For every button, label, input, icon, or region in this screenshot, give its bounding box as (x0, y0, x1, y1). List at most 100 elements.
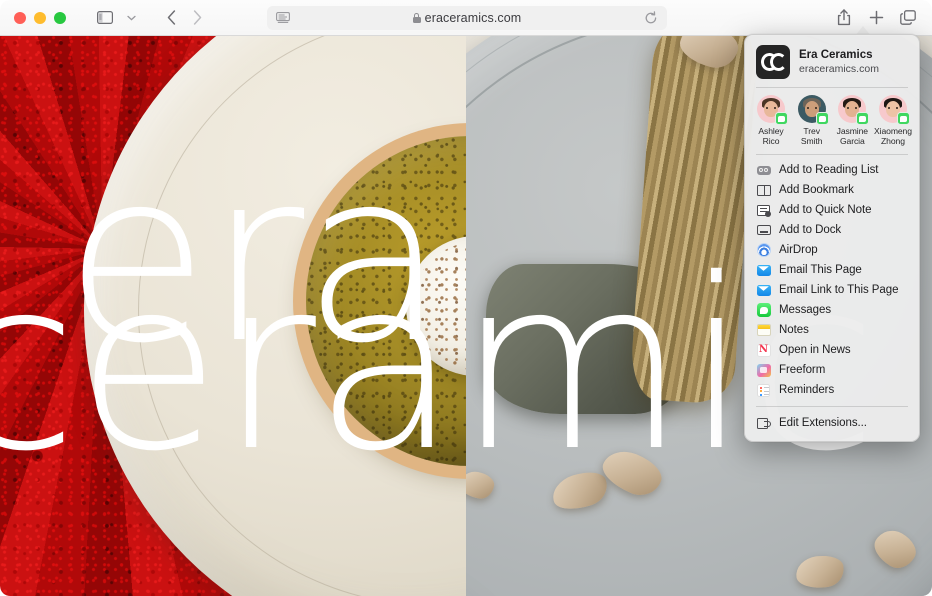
safari-window: era ceramic eraceramics.com Era Ceramics… (0, 0, 932, 596)
menu-item-label: AirDrop (779, 244, 818, 257)
reader-view-button[interactable] (275, 10, 291, 26)
sidebar-controls (92, 7, 144, 29)
sidebar-icon (97, 11, 113, 24)
tab-overview-button[interactable] (894, 5, 922, 29)
toolbar-right-buttons (830, 5, 922, 29)
share-actions-list: Add to Reading List Add Bookmark Add to … (745, 162, 919, 398)
reading-glasses-icon (756, 163, 771, 178)
menu-item-add-to-quick-note[interactable]: Add to Quick Note (745, 202, 919, 218)
menu-item-label: Add to Quick Note (779, 204, 872, 217)
messages-badge-icon (896, 112, 910, 125)
contact-item[interactable]: Xiaomeng Zhong (873, 95, 913, 146)
suggested-contacts: Ashley Rico Trev Smith Jasmine Garcia Xi… (745, 95, 919, 146)
share-icon (837, 8, 851, 25)
close-button[interactable] (14, 11, 26, 24)
era-ceramics-logo-icon (756, 45, 790, 79)
address-url-text[interactable]: eraceramics.com (425, 11, 522, 25)
menu-item-label: Reminders (779, 384, 835, 397)
menu-item-add-bookmark[interactable]: Add Bookmark (745, 182, 919, 198)
tab-overview-icon (900, 9, 916, 25)
menu-item-label: Add to Reading List (779, 164, 879, 177)
menu-item-email-link-to-this-page[interactable]: Email Link to This Page (745, 282, 919, 298)
messages-badge-icon (775, 112, 788, 125)
contact-name: Trev Smith (800, 126, 823, 147)
forward-button[interactable] (184, 7, 210, 29)
divider (756, 406, 908, 408)
menu-item-freeform[interactable]: Freeform (745, 362, 919, 378)
dock-icon (756, 223, 771, 238)
zoom-button[interactable] (54, 11, 66, 24)
contact-avatar-wrap (797, 95, 829, 125)
menu-item-label: Notes (779, 324, 809, 337)
messages-badge-icon (815, 112, 829, 125)
contact-name: Jasmine Garcia (836, 126, 868, 147)
menu-item-add-to-reading-list[interactable]: Add to Reading List (745, 162, 919, 178)
messages-badge-icon (856, 112, 870, 125)
reload-button[interactable] (643, 10, 659, 26)
menu-item-label: Add to Dock (779, 224, 842, 237)
book-icon (756, 183, 771, 198)
menu-item-label: Freeform (779, 364, 826, 377)
share-menu[interactable]: Era Ceramics eraceramics.com Ashley Rico (744, 34, 920, 443)
mail-icon (756, 283, 771, 298)
news-icon: N (756, 343, 771, 358)
menu-item-label: Open in News (779, 344, 851, 357)
contact-avatar-wrap (838, 95, 870, 125)
menu-item-label: Add Bookmark (779, 184, 854, 197)
share-site-header: Era Ceramics eraceramics.com (745, 43, 919, 79)
notes-icon (756, 323, 771, 338)
sidebar-toggle-button[interactable] (92, 7, 118, 29)
contact-item[interactable]: Jasmine Garcia (832, 95, 872, 146)
address-text-group[interactable]: eraceramics.com (267, 11, 667, 25)
contact-name: Ashley Rico (758, 126, 784, 147)
chevron-left-icon (167, 10, 175, 25)
sidebar-options-button[interactable] (118, 7, 144, 29)
minimize-button[interactable] (34, 11, 46, 24)
lock-icon (412, 13, 421, 23)
menu-item-notes[interactable]: Notes (745, 322, 919, 338)
menu-item-label: Edit Extensions... (779, 416, 867, 429)
menu-item-reminders[interactable]: Reminders (745, 382, 919, 398)
back-button[interactable] (158, 7, 184, 29)
menu-item-messages[interactable]: Messages (745, 302, 919, 318)
address-bar[interactable]: eraceramics.com (267, 6, 667, 30)
menu-item-label: Email This Page (779, 264, 862, 277)
menu-item-label: Email Link to This Page (779, 284, 899, 297)
share-extensions-group: Edit Extensions... (745, 414, 919, 431)
reload-icon (645, 11, 657, 24)
contact-item[interactable]: Ashley Rico (751, 95, 791, 146)
contact-avatar-wrap (878, 95, 910, 125)
freeform-icon (756, 363, 771, 378)
share-site-url: eraceramics.com (799, 63, 879, 76)
divider (756, 87, 908, 88)
address-field[interactable]: eraceramics.com (267, 6, 667, 30)
contact-item[interactable]: Trev Smith (792, 95, 832, 146)
menu-item-label: Messages (779, 304, 832, 317)
menu-item-edit-extensions[interactable]: Edit Extensions... (745, 414, 919, 431)
reader-icon (276, 12, 290, 23)
contact-name: Xiaomeng Zhong (874, 126, 912, 147)
window-traffic-lights (14, 11, 66, 24)
menu-item-email-this-page[interactable]: Email This Page (745, 262, 919, 278)
chevron-down-icon (126, 15, 136, 20)
menu-item-add-to-dock[interactable]: Add to Dock (745, 222, 919, 238)
menu-item-airdrop[interactable]: AirDrop (745, 242, 919, 258)
navigation-buttons (158, 7, 210, 29)
menu-item-open-in-news[interactable]: N Open in News (745, 342, 919, 358)
messages-icon (756, 303, 771, 318)
contact-avatar-wrap (757, 95, 788, 125)
extensions-icon (756, 415, 771, 430)
reminders-icon (756, 383, 771, 398)
mail-icon (756, 263, 771, 278)
share-site-text: Era Ceramics eraceramics.com (799, 48, 879, 77)
airdrop-icon (756, 243, 771, 258)
share-site-name: Era Ceramics (799, 48, 873, 61)
quick-note-icon (756, 203, 771, 218)
plus-icon (869, 10, 883, 24)
chevron-right-icon (193, 10, 201, 25)
share-button[interactable] (830, 5, 858, 29)
new-tab-button[interactable] (862, 5, 890, 29)
hero-photo-left (0, 36, 466, 596)
divider (756, 154, 908, 156)
browser-toolbar: eraceramics.com (0, 0, 932, 36)
